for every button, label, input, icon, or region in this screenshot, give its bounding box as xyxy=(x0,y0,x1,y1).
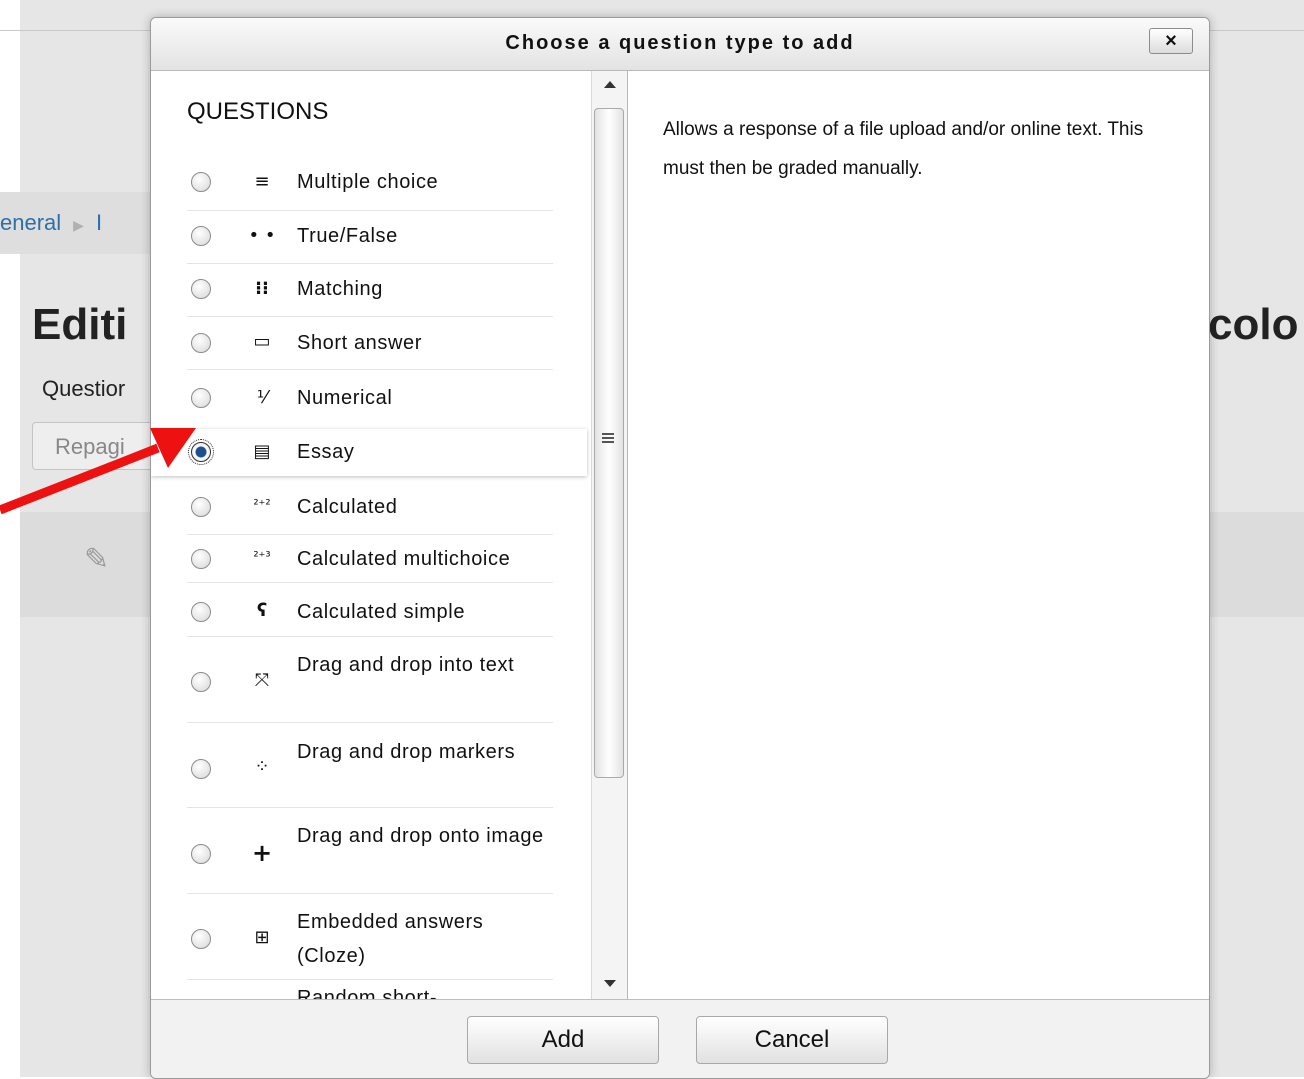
question-type-dialog: Choose a question type to add × QUESTION… xyxy=(150,17,1210,1079)
option-essay[interactable]: ▤ Essay xyxy=(151,429,587,476)
calculated-multichoice-icon: ²⁺³ xyxy=(253,550,271,565)
option-numerical[interactable]: ⅟ Numerical xyxy=(187,369,553,430)
breadcrumb: eneral ▶ I xyxy=(0,210,102,236)
option-label: Calculated simple xyxy=(297,601,466,623)
option-label: True/False xyxy=(297,225,398,247)
option-calculated-simple[interactable]: ʕ Calculated simple xyxy=(187,582,553,637)
question-type-description: Allows a response of a file upload and/o… xyxy=(663,119,1144,179)
option-calculated-multichoice[interactable]: ²⁺³ Calculated multichoice xyxy=(187,534,553,583)
radio-button[interactable] xyxy=(191,497,211,517)
radio-button[interactable] xyxy=(191,602,211,622)
questions-label: Questior xyxy=(42,376,126,401)
scroll-down-icon[interactable] xyxy=(604,980,616,987)
radio-button[interactable] xyxy=(191,388,211,408)
repaginate-button[interactable]: Repagi xyxy=(32,422,162,470)
radio-button[interactable] xyxy=(191,929,211,949)
option-label: Embedded answers (Cloze) xyxy=(297,911,484,967)
radio-button[interactable] xyxy=(191,844,211,864)
option-calculated[interactable]: ²⁺² Calculated xyxy=(187,476,553,535)
dialog-footer: Add Cancel xyxy=(151,999,1209,1078)
option-label: Matching xyxy=(297,278,383,300)
add-button[interactable]: Add xyxy=(467,1016,659,1064)
dialog-header: Choose a question type to add × xyxy=(151,18,1209,71)
option-true-false[interactable]: • • True/False xyxy=(187,210,553,264)
option-short-answer[interactable]: ▭ Short answer xyxy=(187,316,553,370)
short-answer-icon: ▭ xyxy=(253,331,271,352)
option-label: Calculated xyxy=(297,496,398,518)
close-button[interactable]: × xyxy=(1149,28,1193,54)
scroll-up-icon[interactable] xyxy=(604,81,616,88)
radio-button[interactable] xyxy=(191,279,211,299)
option-label: Drag and drop onto image xyxy=(297,825,544,847)
drag-drop-markers-icon: ⁘ xyxy=(254,756,270,777)
true-false-icon: • • xyxy=(248,225,276,246)
option-multiple-choice[interactable]: ≡ Multiple choice xyxy=(187,155,553,211)
option-label: Random short- xyxy=(297,987,438,999)
option-label: Drag and drop into text xyxy=(297,654,515,676)
option-drag-drop-image[interactable]: + Drag and drop onto image xyxy=(187,807,553,894)
question-type-list: QUESTIONS ≡ Multiple choice • • True/Fal… xyxy=(151,71,591,999)
grip-icon xyxy=(602,433,614,443)
radio-button[interactable] xyxy=(191,759,211,779)
numerical-icon: ⅟ xyxy=(256,387,268,408)
quiz-row-right xyxy=(1208,512,1304,617)
radio-button[interactable] xyxy=(191,333,211,353)
radio-button-selected[interactable] xyxy=(188,439,214,465)
page-title-left: Editi xyxy=(32,300,128,349)
breadcrumb-item-general[interactable]: eneral xyxy=(0,210,61,235)
drag-drop-text-icon: ⤧ xyxy=(254,670,270,691)
matching-icon: ⁝⁝ xyxy=(255,278,269,299)
pencil-icon[interactable]: ✎ xyxy=(84,542,109,577)
scroll-thumb[interactable] xyxy=(594,108,624,778)
section-title: QUESTIONS xyxy=(187,98,329,125)
radio-button[interactable] xyxy=(191,549,211,569)
option-drag-drop-markers[interactable]: ⁘ Drag and drop markers xyxy=(187,722,553,808)
radio-button[interactable] xyxy=(191,672,211,692)
breadcrumb-separator-icon: ▶ xyxy=(73,217,84,233)
radio-button[interactable] xyxy=(191,226,211,246)
list-scrollbar[interactable] xyxy=(591,71,628,999)
calculated-simple-icon: ʕ xyxy=(256,600,268,621)
breadcrumb-item-next[interactable]: I xyxy=(96,210,102,235)
page-title-right: colo xyxy=(1208,300,1299,349)
radio-button[interactable] xyxy=(191,172,211,192)
dialog-title: Choose a question type to add xyxy=(505,32,855,54)
option-label: Essay xyxy=(297,441,355,463)
multiple-choice-icon: ≡ xyxy=(254,171,270,192)
calculated-icon: ²⁺² xyxy=(253,498,271,513)
option-drag-drop-text[interactable]: ⤧ Drag and drop into text xyxy=(187,636,553,723)
pane-divider xyxy=(627,71,628,999)
essay-icon: ▤ xyxy=(253,441,271,462)
embedded-answers-icon: ⊞ xyxy=(254,927,270,948)
option-label: Drag and drop markers xyxy=(297,741,516,763)
option-label: Calculated multichoice xyxy=(297,548,511,570)
option-label: Numerical xyxy=(297,387,393,409)
option-label: Short answer xyxy=(297,332,423,354)
cancel-button[interactable]: Cancel xyxy=(696,1016,888,1064)
option-random-short[interactable]: • • Random short- xyxy=(187,979,553,999)
option-matching[interactable]: ⁝⁝ Matching xyxy=(187,263,553,317)
option-label: Multiple choice xyxy=(297,171,439,193)
option-embedded-answers[interactable]: ⊞ Embedded answers (Cloze) xyxy=(187,893,553,980)
drag-drop-image-icon: + xyxy=(251,839,273,867)
